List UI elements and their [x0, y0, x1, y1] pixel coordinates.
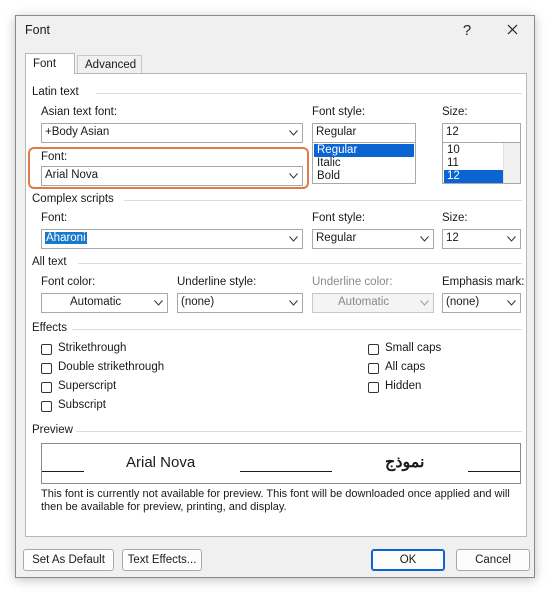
- close-button[interactable]: [498, 19, 526, 43]
- underline-style-label: Underline style:: [177, 276, 257, 288]
- preview-note: This font is currently not available for…: [41, 488, 510, 513]
- double-strikethrough-label: Double strikethrough: [58, 361, 165, 373]
- latin-size-list[interactable]: 10 11 12: [442, 142, 521, 184]
- complex-font-value: Aharoni: [45, 232, 87, 244]
- chevron-down-icon[interactable]: [285, 167, 302, 185]
- emphasis-mark-value: (none): [446, 296, 480, 308]
- latin-style-label: Font style:: [312, 106, 366, 118]
- preview-separator: [76, 431, 522, 432]
- preview-line: [42, 471, 84, 472]
- latin-font-combo[interactable]: Arial Nova: [41, 166, 303, 186]
- tab-advanced-label: Advanced: [85, 59, 137, 71]
- dialog-title: Font: [25, 23, 51, 37]
- complex-font-selected-text: Aharoni: [45, 232, 87, 244]
- underline-color-label: Underline color:: [312, 276, 393, 288]
- latin-section-label: Latin text: [32, 86, 79, 98]
- style-option-regular[interactable]: Regular: [314, 144, 414, 157]
- latin-style-list[interactable]: Regular Italic Bold: [312, 142, 416, 184]
- alltext-section-label: All text: [32, 256, 67, 268]
- chevron-down-icon[interactable]: [285, 230, 302, 248]
- asian-font-label: Asian text font:: [41, 106, 118, 118]
- size-list-scrollbar[interactable]: [503, 143, 520, 183]
- checkbox-box[interactable]: [41, 401, 52, 412]
- asian-font-combo[interactable]: +Body Asian: [41, 123, 303, 143]
- checkbox-box[interactable]: [41, 382, 52, 393]
- chevron-down-icon[interactable]: [503, 294, 520, 312]
- alltext-separator: [78, 263, 522, 264]
- title-bar: Font ?: [16, 16, 534, 46]
- complex-style-combo[interactable]: Regular: [312, 229, 434, 249]
- help-button[interactable]: ?: [453, 19, 481, 43]
- chevron-down-icon[interactable]: [150, 294, 167, 312]
- tab-font[interactable]: Font: [25, 53, 75, 74]
- font-color-label: Font color:: [41, 276, 96, 288]
- size-option-12[interactable]: 12: [444, 170, 503, 183]
- asian-font-value: +Body Asian: [45, 126, 110, 138]
- size-option-10[interactable]: 10: [444, 144, 503, 157]
- preview-box: Arial Nova نموذج: [41, 443, 521, 484]
- font-color-value: Automatic: [70, 296, 122, 308]
- underline-style-combo[interactable]: (none): [177, 293, 303, 313]
- latin-style-value: Regular: [316, 126, 357, 138]
- chevron-down-icon: [416, 294, 433, 312]
- complex-font-label: Font:: [41, 212, 68, 224]
- latin-font-value: Arial Nova: [45, 169, 99, 181]
- chevron-down-icon[interactable]: [416, 230, 433, 248]
- chevron-down-icon[interactable]: [285, 294, 302, 312]
- latin-size-label: Size:: [442, 106, 468, 118]
- font-color-combo[interactable]: Automatic: [41, 293, 168, 313]
- tab-font-label: Font: [33, 58, 57, 70]
- chevron-down-icon[interactable]: [503, 230, 520, 248]
- tab-advanced[interactable]: Advanced: [77, 55, 142, 74]
- font-dialog: Font ? Font Advanced Latin text Asian te…: [15, 15, 535, 578]
- latin-style-input[interactable]: Regular: [312, 123, 416, 143]
- preview-line: [240, 471, 332, 472]
- complex-style-value: Regular: [316, 232, 357, 244]
- style-option-bold[interactable]: Bold: [314, 170, 414, 183]
- small-caps-label: Small caps: [385, 342, 442, 354]
- cancel-button[interactable]: Cancel: [456, 549, 530, 571]
- ok-button[interactable]: OK: [371, 549, 445, 571]
- emphasis-mark-label: Emphasis mark:: [442, 276, 525, 288]
- hidden-label: Hidden: [385, 380, 422, 392]
- chevron-down-icon[interactable]: [285, 124, 302, 142]
- preview-line: [468, 471, 520, 472]
- size-option-11[interactable]: 11: [444, 157, 503, 170]
- font-tab-panel: Latin text Asian text font: +Body Asian …: [25, 73, 527, 537]
- all-caps-label: All caps: [385, 361, 426, 373]
- underline-color-value: Automatic: [338, 296, 390, 308]
- checkbox-box[interactable]: [41, 363, 52, 374]
- close-icon: [507, 24, 517, 35]
- preview-latin-sample: Arial Nova: [126, 454, 196, 471]
- complex-size-value: 12: [446, 232, 459, 244]
- text-effects-button[interactable]: Text Effects...: [122, 549, 202, 571]
- latin-separator: [96, 93, 522, 94]
- complex-separator: [124, 200, 522, 201]
- latin-font-label: Font:: [41, 151, 68, 163]
- complex-size-label: Size:: [442, 212, 468, 224]
- complex-style-label: Font style:: [312, 212, 366, 224]
- underline-color-combo: Automatic: [312, 293, 434, 313]
- checkbox-box[interactable]: [368, 363, 379, 374]
- latin-size-value: 12: [446, 126, 459, 138]
- subscript-label: Subscript: [58, 399, 106, 411]
- strikethrough-label: Strikethrough: [58, 342, 127, 354]
- latin-size-input[interactable]: 12: [442, 123, 521, 143]
- preview-section-label: Preview: [32, 424, 73, 436]
- checkbox-box[interactable]: [368, 344, 379, 355]
- preview-arabic-sample: نموذج: [385, 454, 425, 471]
- set-as-default-button[interactable]: Set As Default: [23, 549, 114, 571]
- emphasis-mark-combo[interactable]: (none): [442, 293, 521, 313]
- complex-section-label: Complex scripts: [32, 193, 114, 205]
- superscript-label: Superscript: [58, 380, 117, 392]
- checkbox-box[interactable]: [368, 382, 379, 393]
- checkbox-box[interactable]: [41, 344, 52, 355]
- complex-font-combo[interactable]: Aharoni: [41, 229, 303, 249]
- effects-section-label: Effects: [32, 322, 67, 334]
- effects-separator: [72, 329, 522, 330]
- complex-size-combo[interactable]: 12: [442, 229, 521, 249]
- style-option-italic[interactable]: Italic: [314, 157, 414, 170]
- underline-style-value: (none): [181, 296, 215, 308]
